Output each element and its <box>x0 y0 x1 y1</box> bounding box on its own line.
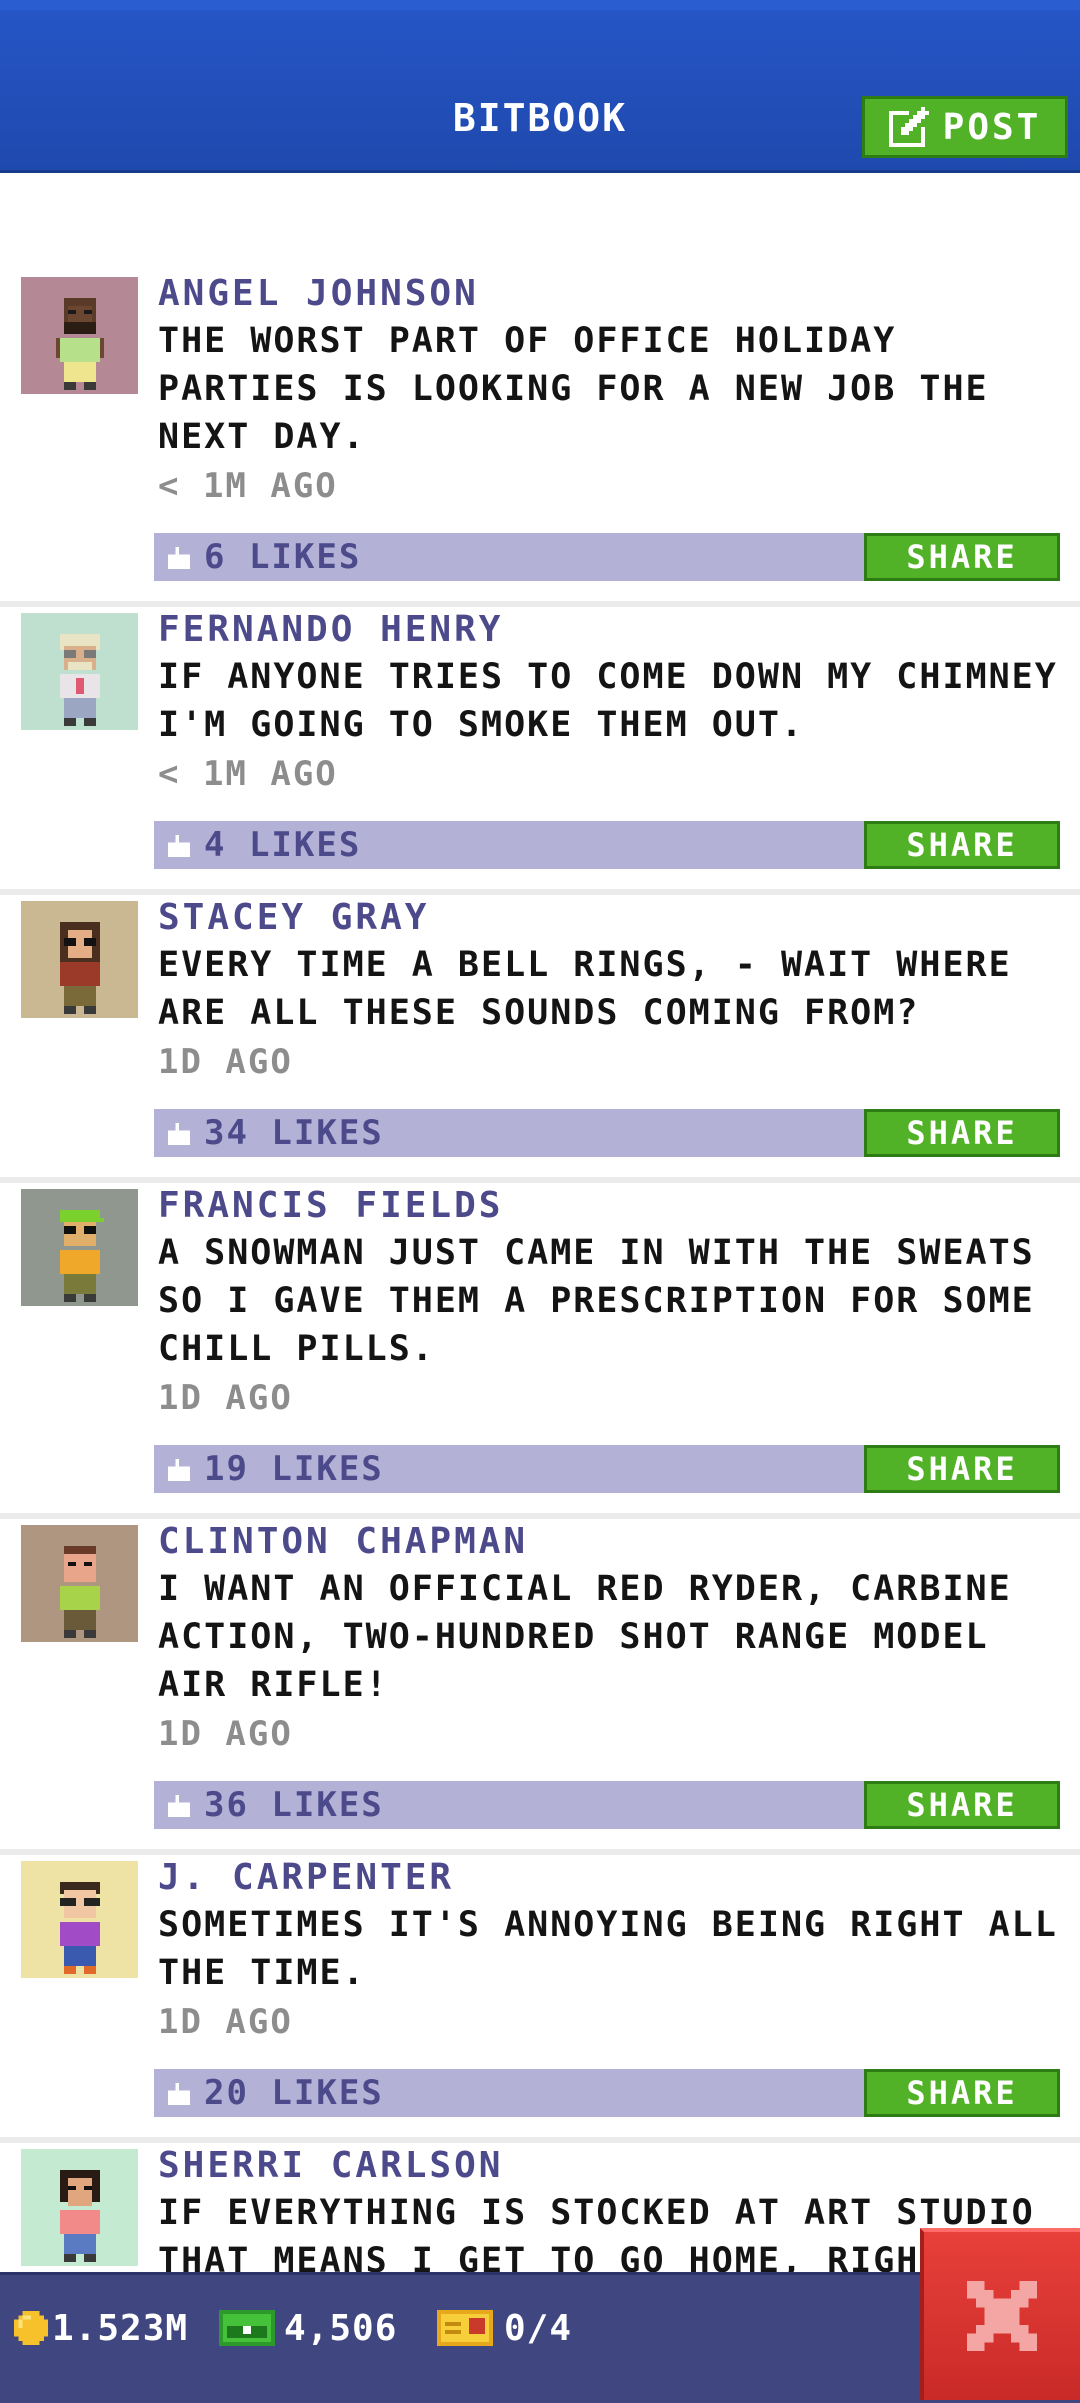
share-button[interactable]: SHARE <box>864 1445 1060 1493</box>
close-icon <box>967 2281 1037 2351</box>
post-author[interactable]: STACEY GRAY <box>158 895 1080 941</box>
likes-count: 36 LIKES <box>204 1785 384 1825</box>
person-icon <box>59 922 100 1014</box>
post-author[interactable]: J. CARPENTER <box>158 1855 1080 1901</box>
feed-post: FRANCIS FIELDS A SNOWMAN JUST CAME IN WI… <box>0 1183 1080 1519</box>
coins-stat: 1.523M <box>14 2303 188 2353</box>
post-timestamp: 1D AGO <box>158 1714 293 1754</box>
likes-count: 20 LIKES <box>204 2073 384 2113</box>
like-icon <box>168 1123 190 1145</box>
close-button[interactable] <box>920 2228 1080 2400</box>
feed-post: CLINTON CHAPMAN I WANT AN OFFICIAL RED R… <box>0 1519 1080 1855</box>
post-text: THE WORST PART OF OFFICE HOLIDAY PARTIES… <box>158 321 989 457</box>
share-button[interactable]: SHARE <box>864 821 1060 869</box>
post-timestamp: < 1M AGO <box>158 754 338 794</box>
feed-post: J. CARPENTER SOMETIMES IT'S ANNOYING BEI… <box>0 1855 1080 2143</box>
post-button-label: POST <box>942 106 1042 148</box>
avatar[interactable] <box>21 613 138 730</box>
person-icon <box>59 1210 104 1302</box>
feed-post: STACEY GRAY EVERY TIME A BELL RINGS, - W… <box>0 895 1080 1183</box>
avatar[interactable] <box>21 1525 138 1642</box>
edit-icon <box>888 107 929 147</box>
bux-stat: 4,506 <box>218 2303 397 2353</box>
app-header: BITBOOK POST <box>0 0 1080 173</box>
likes-count: 19 LIKES <box>204 1449 384 1489</box>
tickets-value: 0/4 <box>504 2307 573 2349</box>
post-timestamp: 1D AGO <box>158 1378 293 1418</box>
avatar[interactable] <box>21 1861 138 1978</box>
person-icon <box>59 2170 100 2262</box>
post-text: IF ANYONE TRIES TO COME DOWN MY CHIMNEY … <box>158 657 1058 745</box>
post-text: SOMETIMES IT'S ANNOYING BEING RIGHT ALL … <box>158 1905 1058 1993</box>
person-icon <box>59 634 100 726</box>
post-timestamp: 1D AGO <box>158 2002 293 2042</box>
likes-bar: 20 LIKES SHARE <box>154 2069 1060 2117</box>
post-text: I WANT AN OFFICIAL RED RYDER, CARBINE AC… <box>158 1569 1012 1705</box>
post-timestamp: 1D AGO <box>158 1042 293 1082</box>
tickets-stat: 0/4 <box>436 2303 572 2353</box>
post-timestamp: < 1M AGO <box>158 466 338 506</box>
person-icon <box>59 1546 100 1638</box>
avatar[interactable] <box>21 1189 138 1306</box>
share-button[interactable]: SHARE <box>864 1781 1060 1829</box>
share-button[interactable]: SHARE <box>864 533 1060 581</box>
like-icon <box>168 2083 190 2105</box>
post-text: A SNOWMAN JUST CAME IN WITH THE SWEATS S… <box>158 1233 1035 1369</box>
coins-value: 1.523M <box>52 2307 189 2349</box>
status-bar: 1.523M 4,506 0/4 <box>0 2272 1080 2403</box>
likes-bar: 6 LIKES SHARE <box>154 533 1060 581</box>
feed-list: ANGEL JOHNSON THE WORST PART OF OFFICE H… <box>0 271 1080 2311</box>
coin-icon <box>14 2311 48 2345</box>
bux-value: 4,506 <box>284 2307 398 2349</box>
bux-icon <box>219 2310 275 2346</box>
avatar[interactable] <box>21 901 138 1018</box>
likes-bar: 19 LIKES SHARE <box>154 1445 1060 1493</box>
post-button[interactable]: POST <box>862 96 1068 158</box>
share-button[interactable]: SHARE <box>864 1109 1060 1157</box>
avatar[interactable] <box>21 277 138 394</box>
post-author[interactable]: ANGEL JOHNSON <box>158 271 1080 317</box>
feed-post: ANGEL JOHNSON THE WORST PART OF OFFICE H… <box>0 271 1080 607</box>
likes-bar: 4 LIKES SHARE <box>154 821 1060 869</box>
likes-count: 4 LIKES <box>204 825 362 865</box>
like-icon <box>168 1795 190 1817</box>
like-icon <box>168 835 190 857</box>
likes-bar: 34 LIKES SHARE <box>154 1109 1060 1157</box>
like-icon <box>168 1459 190 1481</box>
post-author[interactable]: CLINTON CHAPMAN <box>158 1519 1080 1565</box>
like-icon <box>168 547 190 569</box>
post-author[interactable]: FERNANDO HENRY <box>158 607 1080 653</box>
person-icon <box>59 1882 100 1974</box>
likes-count: 6 LIKES <box>204 537 362 577</box>
avatar[interactable] <box>21 2149 138 2266</box>
feed-post: FERNANDO HENRY IF ANYONE TRIES TO COME D… <box>0 607 1080 895</box>
post-text: EVERY TIME A BELL RINGS, - WAIT WHERE AR… <box>158 945 1012 1033</box>
post-author[interactable]: FRANCIS FIELDS <box>158 1183 1080 1229</box>
likes-bar: 36 LIKES SHARE <box>154 1781 1060 1829</box>
share-button[interactable]: SHARE <box>864 2069 1060 2117</box>
likes-count: 34 LIKES <box>204 1113 384 1153</box>
post-author[interactable]: SHERRI CARLSON <box>158 2143 1080 2189</box>
ticket-icon <box>437 2310 493 2346</box>
person-icon <box>55 298 104 390</box>
